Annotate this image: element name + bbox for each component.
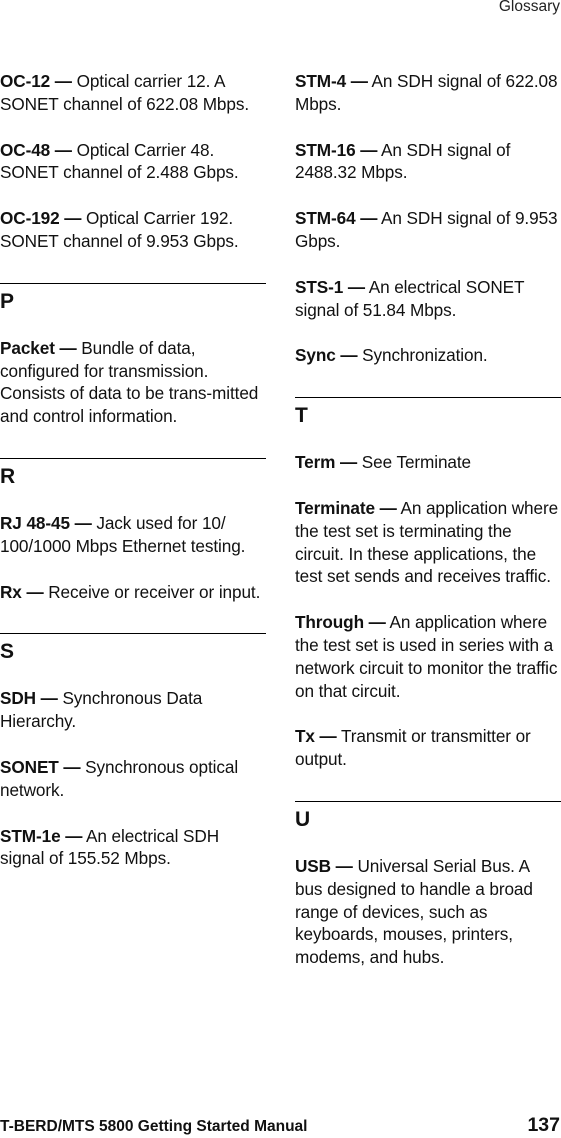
entry-term: STM-16 —	[295, 139, 378, 160]
section-divider	[0, 457, 266, 459]
glossary-entry: Tx — Transmit or transmitter or output.	[295, 725, 561, 771]
entry-term: STM-64 —	[295, 208, 378, 229]
glossary-entry: STM-16 — An SDH signal of 2488.32 Mbps.	[295, 139, 561, 185]
entry-term: OC-192 —	[0, 208, 82, 229]
entry-term: Tx —	[295, 726, 337, 747]
glossary-column-left: OC-12 — Optical carrier 12. A SONET chan…	[0, 70, 266, 893]
section-u: U USB — Universal Serial Bus. A bus desi…	[295, 800, 561, 969]
glossary-entry: Through — An application where the test …	[295, 611, 561, 702]
entry-term: SONET —	[0, 756, 81, 777]
entry-term: Packet —	[0, 337, 77, 358]
entry-definition: Synchronization.	[357, 345, 488, 366]
glossary-entry: Rx — Receive or receiver or input.	[0, 581, 266, 604]
entry-term: OC-48 —	[0, 139, 72, 160]
glossary-entry: STM-1e — An electrical SDH signal of 155…	[0, 825, 266, 871]
running-head: Glossary	[498, 0, 560, 15]
entry-term: Through —	[295, 612, 386, 633]
footer-page-number: 137	[527, 1114, 560, 1136]
footer-manual-title: T-BERD/MTS 5800 Getting Started Manual	[0, 1118, 308, 1135]
entry-definition: Receive or receiver or input.	[43, 581, 261, 602]
entry-term: STS-1 —	[295, 276, 365, 297]
glossary-entry: OC-192 — Optical Carrier 192. SONET chan…	[0, 207, 266, 253]
section-divider	[0, 282, 266, 284]
glossary-entry: RJ 48-45 — Jack used for 10/ 100/1000 Mb…	[0, 512, 266, 558]
glossary-entry: STM-64 — An SDH signal of 9.953 Gbps.	[295, 207, 561, 253]
entry-term: USB —	[295, 855, 353, 876]
entry-term: STM-1e —	[0, 825, 83, 846]
section-letter: T	[295, 404, 308, 428]
section-divider	[295, 397, 561, 399]
section-s: S SDH — Synchronous Data Hierarchy. SONE…	[0, 633, 266, 870]
section-letter: U	[295, 807, 311, 831]
glossary-entry: SONET — Synchronous optical network.	[0, 756, 266, 802]
entry-term: SDH —	[0, 688, 58, 709]
entry-term: OC-12 —	[0, 71, 72, 91]
section-letter: S	[0, 640, 15, 664]
section-t: T Term — See Terminate Terminate — An ap…	[295, 397, 561, 771]
entry-term: RJ 48-45 —	[0, 512, 92, 533]
glossary-entry: Packet — Bundle of data, configured for …	[0, 337, 266, 428]
section-p: P Packet — Bundle of data, configured fo…	[0, 282, 266, 428]
glossary-entry: SDH — Synchronous Data Hierarchy.	[0, 687, 266, 733]
section-letter: R	[0, 464, 16, 488]
glossary-entry: OC-48 — Optical Carrier 48. SONET channe…	[0, 139, 266, 185]
section-r: R RJ 48-45 — Jack used for 10/ 100/1000 …	[0, 457, 266, 604]
entry-term: STM-4 —	[295, 71, 368, 91]
section-divider	[295, 800, 561, 802]
glossary-entry: Term — See Terminate	[295, 451, 561, 474]
entry-term: Rx —	[0, 581, 44, 602]
glossary-entry: USB — Universal Serial Bus. A bus design…	[295, 855, 561, 969]
glossary-entry: Sync — Synchronization.	[295, 344, 561, 367]
glossary-entry: STS-1 — An electrical SONET signal of 51…	[295, 276, 561, 322]
glossary-entry: STM-4 — An SDH signal of 622.08 Mbps.	[295, 70, 561, 116]
entry-term: Terminate —	[295, 497, 397, 518]
section-letter: P	[0, 289, 15, 313]
entry-term: Sync —	[295, 345, 358, 366]
glossary-entry: Terminate — An application where the tes…	[295, 497, 561, 588]
glossary-column-right: STM-4 — An SDH signal of 622.08 Mbps. ST…	[295, 70, 561, 992]
entry-definition: See Terminate	[357, 452, 472, 473]
section-divider	[0, 633, 266, 635]
glossary-entry: OC-12 — Optical carrier 12. A SONET chan…	[0, 70, 266, 116]
entry-term: Term —	[295, 452, 358, 473]
